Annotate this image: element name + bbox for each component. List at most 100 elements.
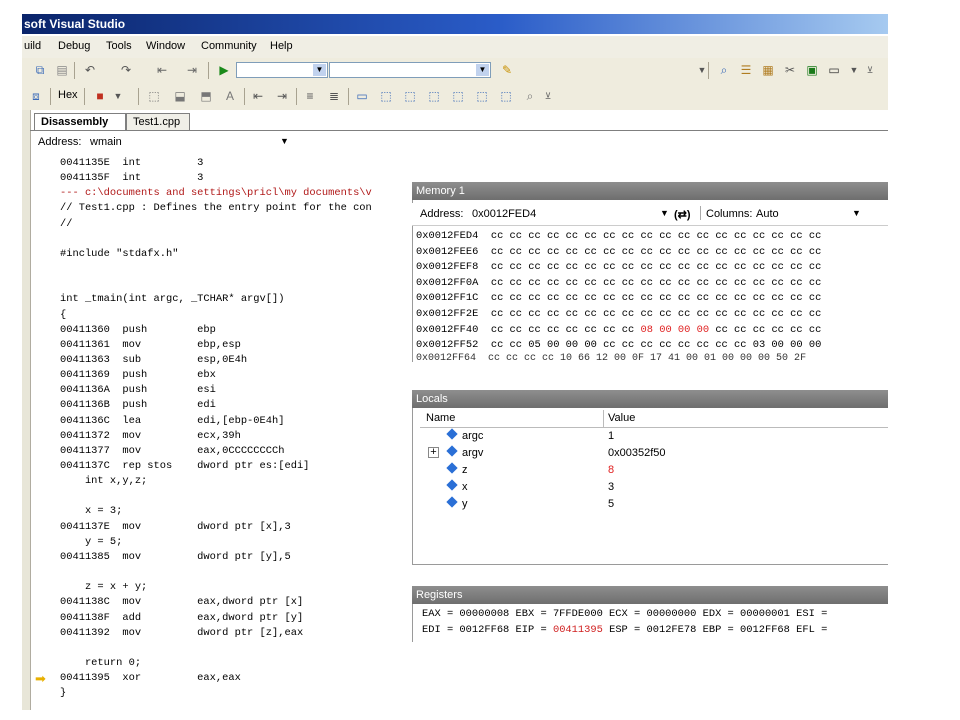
decrease-indent-icon[interactable]: ⇤ [250, 89, 266, 103]
locals-row-argc[interactable]: argc 1 [420, 428, 888, 445]
window-icon[interactable]: ▭ [826, 63, 842, 77]
code-line[interactable]: { [60, 308, 66, 323]
code-line[interactable]: 0041137E mov dword ptr [x],3 [60, 520, 291, 535]
chevron-down-icon[interactable]: ▼ [280, 136, 289, 146]
breakpoint-window-icon[interactable]: ■ [92, 89, 108, 103]
next-bookmark-icon[interactable]: ⬚ [402, 89, 418, 103]
address-input[interactable]: wmain [90, 136, 122, 148]
locals-value[interactable]: 3 [608, 481, 614, 493]
dropdown-arrow-icon[interactable]: ▼ [846, 63, 862, 77]
code-line[interactable]: 00411385 mov dword ptr [y],5 [60, 550, 291, 565]
code-line[interactable]: 0041137C rep stos dword ptr es:[edi] [60, 459, 309, 474]
chevron-down-icon[interactable]: ▼ [660, 208, 669, 218]
code-line[interactable]: 0041135E int 3 [60, 156, 203, 171]
paste-icon[interactable]: ▤ [54, 63, 70, 77]
solution-config-combo[interactable]: ▼ [236, 62, 328, 78]
menu-debug[interactable]: Debug [58, 40, 90, 52]
reevaluate-icon[interactable]: (⇄) [674, 208, 691, 221]
chevron-down-icon[interactable]: ▼ [852, 208, 861, 218]
prev-bookmark-folder-icon[interactable]: ⬚ [426, 89, 442, 103]
next-bookmark-folder-icon[interactable]: ⬚ [450, 89, 466, 103]
solution-explorer-icon[interactable]: ⌕ [716, 63, 732, 77]
code-line[interactable]: } [60, 686, 66, 701]
code-line[interactable]: int x,y,z; [60, 474, 147, 489]
memory-row[interactable]: 0x0012FED4 cc cc cc cc cc cc cc cc cc cc… [416, 229, 821, 244]
expand-icon[interactable]: + [428, 447, 439, 458]
columns-select[interactable]: Auto [756, 208, 779, 220]
locals-row-y[interactable]: y5 [420, 496, 888, 513]
uncomment-icon[interactable]: ≣ [326, 89, 342, 103]
solution-platform-combo[interactable]: ▼ [329, 62, 491, 78]
locals-value[interactable]: 8 [608, 464, 614, 476]
memory-row[interactable]: 0x0012FEE6 cc cc cc cc cc cc cc cc cc cc… [416, 245, 821, 260]
call-stack-icon[interactable]: ⬒ [198, 89, 214, 103]
code-line[interactable]: 00411363 sub esp,0E4h [60, 353, 247, 368]
memory-row[interactable]: 0x0012FF1C cc cc cc cc cc cc cc cc cc cc… [416, 291, 821, 306]
code-line[interactable]: --- c:\documents and settings\pricl\my d… [60, 186, 372, 201]
menu-build[interactable]: uild [24, 40, 41, 52]
toolbar-options-icon[interactable]: ⊻ [862, 63, 878, 77]
menu-tools[interactable]: Tools [106, 40, 132, 52]
locals-row-argv[interactable]: + argv 0x00352f50 [420, 445, 888, 462]
code-line[interactable]: 0041138C mov eax,dword ptr [x] [60, 595, 303, 610]
code-line[interactable]: 0041136C lea edi,[ebp-0E4h] [60, 414, 284, 429]
memory-row[interactable]: 0x0012FF2E cc cc cc cc cc cc cc cc cc cc… [416, 307, 821, 322]
menu-help[interactable]: Help [270, 40, 293, 52]
clear-bookmarks-icon[interactable]: ⌕ [522, 89, 538, 103]
properties-icon[interactable]: ☰ [738, 63, 754, 77]
watch-icon[interactable]: ⬚ [146, 89, 162, 103]
locals-row-x[interactable]: x3 [420, 479, 888, 496]
start-debugging-icon[interactable]: ▶ [216, 63, 232, 77]
code-line[interactable]: 0041136A push esi [60, 383, 216, 398]
prev-bookmark-icon[interactable]: ⬚ [378, 89, 394, 103]
autos-icon[interactable]: ⬓ [172, 89, 188, 103]
bookmark-prev-doc-icon[interactable]: ⬚ [474, 89, 490, 103]
navigate-backward-icon[interactable]: ⇤ [154, 63, 170, 77]
code-line[interactable]: y = 5; [60, 535, 122, 550]
memory-row[interactable]: 0x0012FF40 cc cc cc cc cc cc cc cc 08 00… [416, 323, 821, 338]
menu-window[interactable]: Window [146, 40, 185, 52]
bookmark-icon[interactable]: ▭ [354, 89, 370, 103]
memory-address-input[interactable]: 0x0012FED4 [472, 208, 536, 220]
code-line[interactable]: 00411377 mov eax,0CCCCCCCCh [60, 444, 284, 459]
code-line[interactable]: x = 3; [60, 504, 122, 519]
navigate-forward-icon[interactable]: ⇥ [184, 63, 200, 77]
memory-row[interactable]: 0x0012FEF8 cc cc cc cc cc cc cc cc cc cc… [416, 260, 821, 275]
code-line[interactable]: 00411369 push ebx [60, 368, 216, 383]
locals-col-name[interactable]: Name [426, 412, 455, 424]
redo-icon[interactable]: ↷ [118, 63, 134, 77]
memory-row[interactable]: 0x0012FF52 cc cc 05 00 00 00 cc cc cc cc… [416, 338, 821, 353]
comment-icon[interactable]: ≡ [302, 89, 318, 103]
code-line[interactable]: z = x + y; [60, 580, 147, 595]
disassembly-code[interactable]: 0041135E int 3 0041135F int 3 --- c:\docum… [30, 156, 420, 716]
code-line[interactable]: return 0; [60, 656, 141, 671]
memory-icon[interactable]: ⧈ [28, 89, 44, 103]
code-line[interactable]: 00411395 xor eax,eax [60, 671, 241, 686]
code-line[interactable]: int _tmain(int argc, _TCHAR* argv[]) [60, 292, 284, 307]
code-line[interactable]: 00411360 push ebp [60, 323, 216, 338]
code-line[interactable]: 0041136B push edi [60, 398, 216, 413]
dropdown-arrow-icon[interactable]: ▼ [110, 89, 126, 103]
code-line[interactable]: #include "stdafx.h" [60, 247, 178, 262]
code-line[interactable]: 00411361 mov ebp,esp [60, 338, 241, 353]
code-line[interactable]: // Test1.cpp : Defines the entry point f… [60, 201, 372, 216]
locals-value[interactable]: 5 [608, 498, 614, 510]
code-line[interactable]: // [60, 217, 72, 232]
code-line[interactable]: 00411392 mov dword ptr [z],eax [60, 626, 303, 641]
find-in-files-icon[interactable]: ✎ [499, 63, 515, 77]
object-browser-icon[interactable]: ▦ [760, 63, 776, 77]
tab-disassembly[interactable]: Disassembly [34, 113, 126, 130]
locals-value[interactable]: 1 [608, 430, 614, 442]
locals-value[interactable]: 0x00352f50 [608, 447, 666, 459]
code-line[interactable]: 0041138F add eax,dword ptr [y] [60, 611, 303, 626]
code-line[interactable]: 00411372 mov ecx,39h [60, 429, 241, 444]
tab-test1-cpp[interactable]: Test1.cpp [126, 113, 190, 130]
memory-row[interactable]: 0x0012FF0A cc cc cc cc cc cc cc cc cc cc… [416, 276, 821, 291]
undo-icon[interactable]: ↶ [82, 63, 98, 77]
code-line[interactable]: 0041135F int 3 [60, 171, 203, 186]
copy-icon[interactable]: ⧉ [32, 63, 48, 77]
toolbar-options-icon[interactable]: ⊻ [540, 89, 556, 103]
hex-display-icon[interactable]: A [222, 89, 238, 103]
start-page-icon[interactable]: ▣ [804, 63, 820, 77]
menu-community[interactable]: Community [201, 40, 257, 52]
